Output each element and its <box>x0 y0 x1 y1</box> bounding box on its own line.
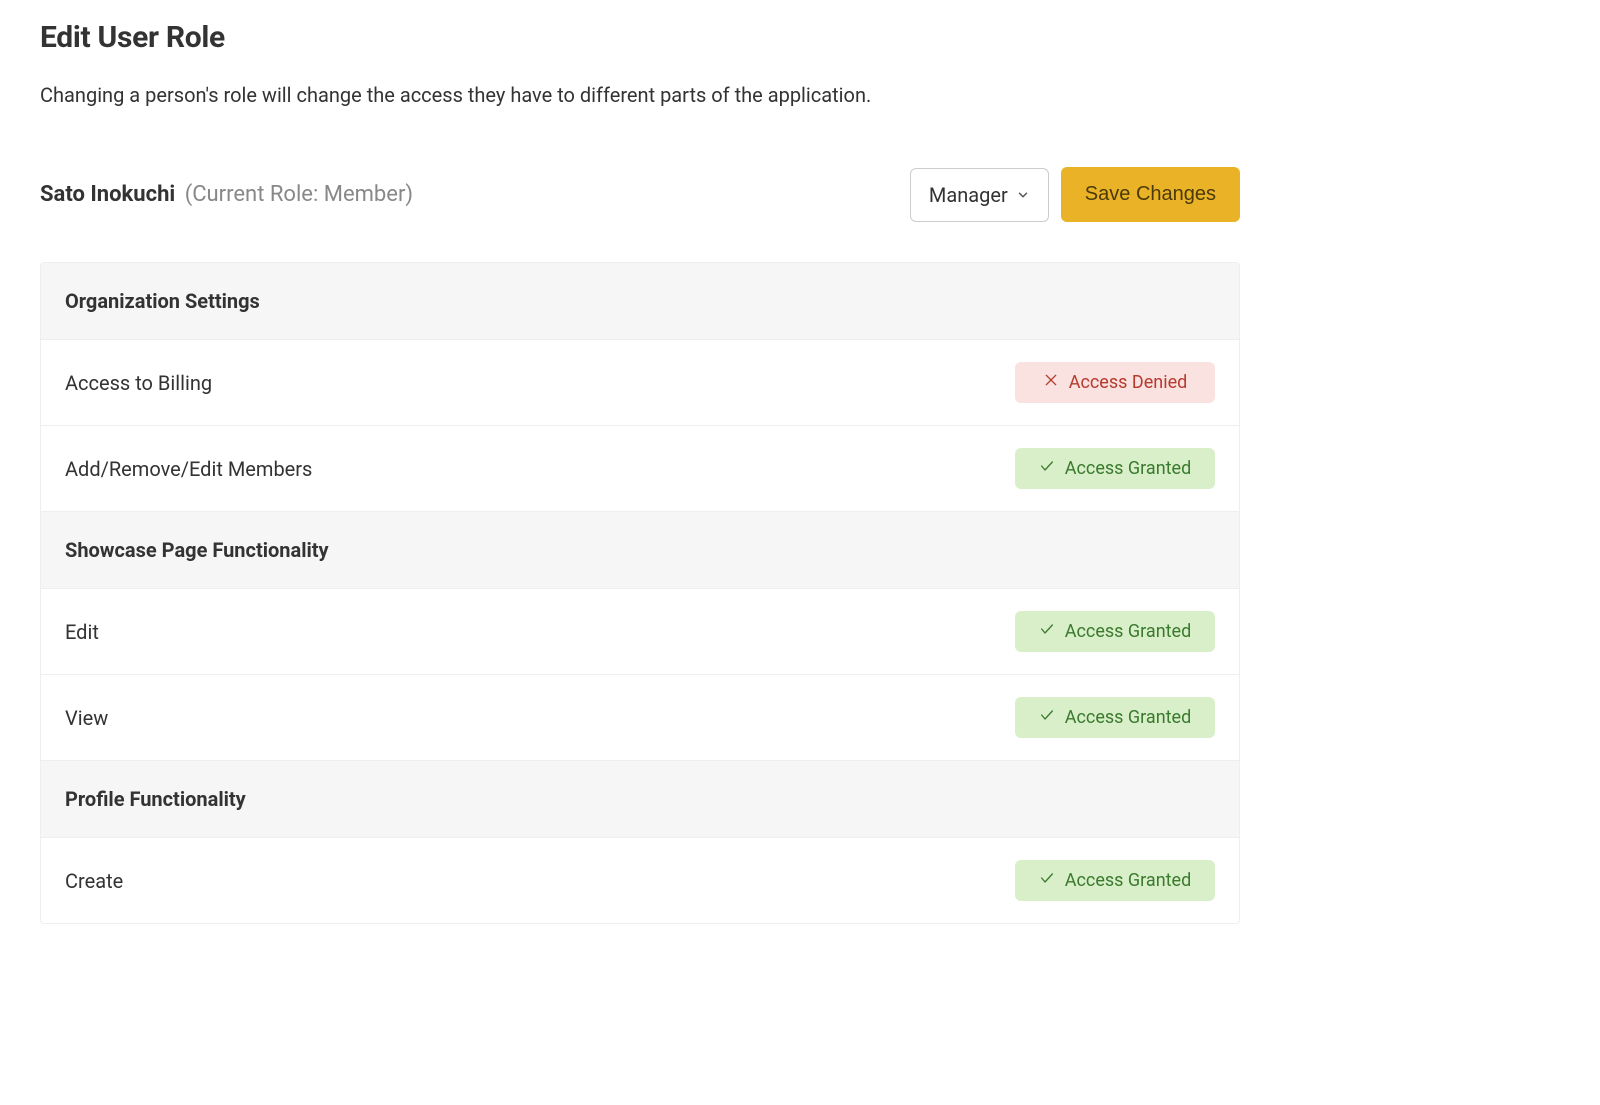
badge-label: Access Granted <box>1065 707 1192 728</box>
section-header-organization-settings: Organization Settings <box>41 263 1239 340</box>
save-changes-button[interactable]: Save Changes <box>1061 167 1240 222</box>
check-icon <box>1039 707 1055 728</box>
check-icon <box>1039 870 1055 891</box>
access-denied-badge: Access Denied <box>1015 362 1215 403</box>
permission-row: View Access Granted <box>41 675 1239 761</box>
access-granted-badge: Access Granted <box>1015 697 1215 738</box>
permission-label: Edit <box>65 620 99 644</box>
permission-label: Access to Billing <box>65 371 212 395</box>
page-title: Edit User Role <box>40 20 1240 55</box>
permission-row: Access to Billing Access Denied <box>41 340 1239 426</box>
user-info: Sato Inokuchi (Current Role: Member) <box>40 182 413 207</box>
permission-label: Add/Remove/Edit Members <box>65 457 312 481</box>
permissions-table: Organization Settings Access to Billing … <box>40 262 1240 924</box>
current-role-label: (Current Role: Member) <box>185 182 413 207</box>
badge-label: Access Granted <box>1065 458 1192 479</box>
user-name: Sato Inokuchi <box>40 182 175 207</box>
user-controls-row: Sato Inokuchi (Current Role: Member) Man… <box>40 167 1240 222</box>
permission-row: Add/Remove/Edit Members Access Granted <box>41 426 1239 512</box>
badge-label: Access Granted <box>1065 870 1192 891</box>
permission-label: Create <box>65 869 123 893</box>
check-icon <box>1039 458 1055 479</box>
role-select[interactable]: Manager <box>910 168 1049 222</box>
access-granted-badge: Access Granted <box>1015 860 1215 901</box>
badge-label: Access Denied <box>1069 372 1188 393</box>
section-header-profile-functionality: Profile Functionality <box>41 761 1239 838</box>
role-select-value: Manager <box>929 183 1008 207</box>
permission-label: View <box>65 706 108 730</box>
permission-row: Create Access Granted <box>41 838 1239 923</box>
chevron-down-icon <box>1016 183 1030 207</box>
page-description: Changing a person's role will change the… <box>40 83 1240 107</box>
permission-row: Edit Access Granted <box>41 589 1239 675</box>
badge-label: Access Granted <box>1065 621 1192 642</box>
access-granted-badge: Access Granted <box>1015 611 1215 652</box>
access-granted-badge: Access Granted <box>1015 448 1215 489</box>
section-header-showcase-page-functionality: Showcase Page Functionality <box>41 512 1239 589</box>
controls-group: Manager Save Changes <box>910 167 1240 222</box>
x-icon <box>1043 372 1059 393</box>
check-icon <box>1039 621 1055 642</box>
